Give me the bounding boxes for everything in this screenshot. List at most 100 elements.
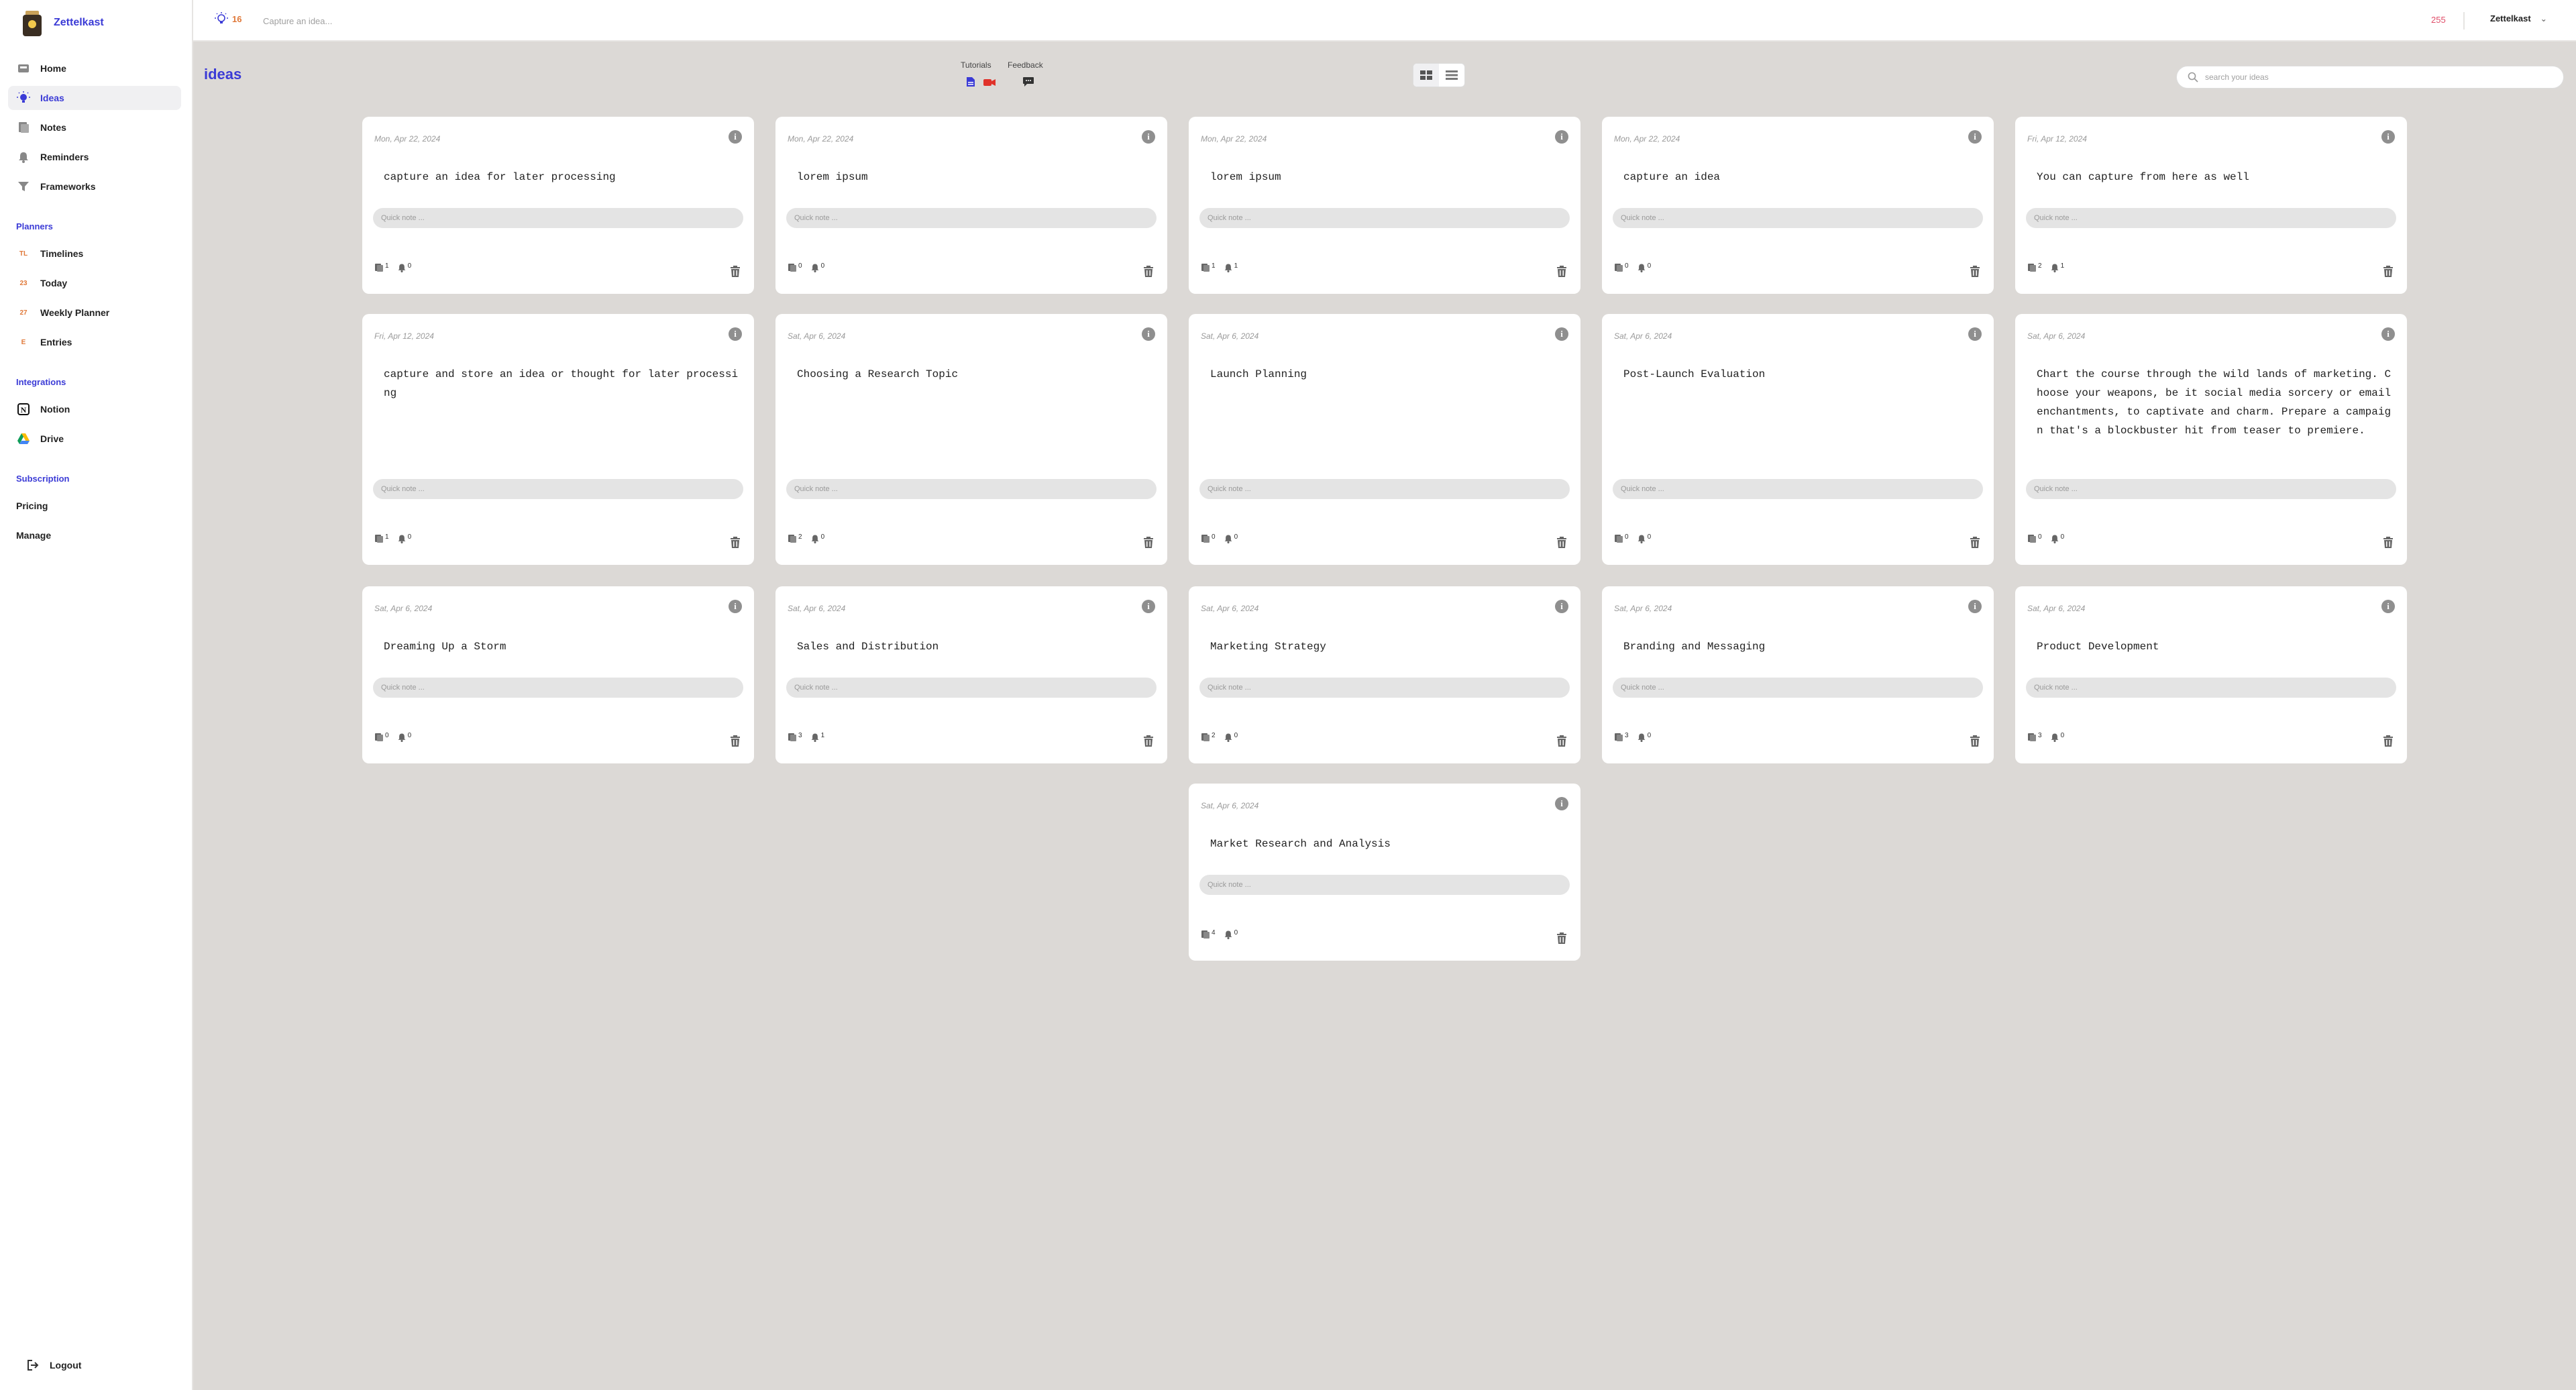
sidebar-item-manage[interactable]: Manage — [16, 530, 51, 541]
idea-card[interactable]: Sat, Apr 6, 2024 i Choosing a Research Top… — [775, 314, 1167, 565]
idea-card[interactable]: Sat, Apr 6, 2024iMarketing Strategy20 — [1189, 586, 1580, 763]
brand[interactable]: Zettelkast — [20, 9, 104, 36]
idea-text[interactable]: capture an idea — [1623, 168, 1979, 186]
reminders-count[interactable]: 1 — [810, 733, 824, 745]
delete-icon[interactable] — [1142, 734, 1155, 749]
notes-count[interactable]: 3 — [788, 733, 802, 745]
notes-count[interactable]: 3 — [2027, 733, 2042, 745]
sidebar-item-notes[interactable]: Notes — [8, 115, 181, 140]
notes-count[interactable]: 2 — [1201, 733, 1216, 745]
reminders-count[interactable]: 0 — [1224, 930, 1238, 943]
quick-note-input[interactable] — [1199, 875, 1570, 895]
delete-icon[interactable] — [2381, 734, 2395, 749]
delete-icon[interactable] — [1968, 535, 1982, 550]
info-icon[interactable]: i — [1968, 600, 1982, 613]
notes-count[interactable]: 0 — [374, 733, 389, 745]
reminders-count[interactable]: 0 — [810, 263, 824, 276]
delete-icon[interactable] — [1142, 535, 1155, 550]
idea-text[interactable]: Product Development — [2037, 637, 2392, 656]
sidebar-item-today[interactable]: 23 Today — [8, 271, 181, 295]
reminders-count[interactable]: 0 — [1637, 263, 1651, 276]
idea-text[interactable]: Dreaming Up a Storm — [384, 637, 739, 656]
delete-icon[interactable] — [1142, 264, 1155, 279]
quick-note-input[interactable] — [373, 479, 743, 499]
notes-count[interactable]: 1 — [1201, 263, 1216, 276]
quick-note-input[interactable] — [1613, 208, 1983, 228]
notes-count[interactable]: 0 — [2027, 534, 2042, 547]
idea-card[interactable]: Sat, Apr 6, 2024 i Market Research and Ana… — [1189, 784, 1580, 961]
reminders-count[interactable]: 0 — [397, 263, 411, 276]
quick-note-input[interactable] — [1613, 678, 1983, 698]
grid-view-button[interactable] — [1413, 64, 1439, 87]
info-icon[interactable]: i — [729, 600, 742, 613]
sidebar-item-ideas[interactable]: Ideas — [8, 86, 181, 110]
quick-note-input[interactable] — [786, 678, 1157, 698]
idea-card[interactable]: Sat, Apr 6, 2024iLaunch Planning00 — [1189, 314, 1580, 565]
delete-icon[interactable] — [729, 264, 742, 279]
delete-icon[interactable] — [729, 535, 742, 550]
notes-count[interactable]: 1 — [374, 534, 389, 547]
idea-text[interactable]: Chart the course through the wild lands … — [2037, 365, 2392, 440]
reminders-count[interactable]: 0 — [1224, 534, 1238, 547]
sidebar-item-home[interactable]: Home — [8, 56, 181, 81]
quick-note-input[interactable] — [2026, 208, 2396, 228]
sidebar-item-notion[interactable]: N Notion — [8, 397, 181, 421]
tutorial-video-icon[interactable] — [983, 78, 996, 90]
notes-count[interactable]: 0 — [1201, 534, 1216, 547]
sidebar-item-pricing[interactable]: Pricing — [16, 500, 48, 511]
delete-icon[interactable] — [2381, 535, 2395, 550]
info-icon[interactable]: i — [1968, 130, 1982, 144]
quick-note-input[interactable] — [1199, 479, 1570, 499]
info-icon[interactable]: i — [1142, 600, 1155, 613]
idea-card[interactable]: Mon, Apr 22, 2024ilorem ipsum11 — [1189, 117, 1580, 294]
reminders-count[interactable]: 0 — [810, 534, 824, 547]
notes-count[interactable]: 2 — [2027, 263, 2042, 276]
info-icon[interactable]: i — [1968, 327, 1982, 341]
reminders-count[interactable]: 0 — [397, 733, 411, 745]
delete-icon[interactable] — [1555, 931, 1568, 946]
reminders-count[interactable]: 0 — [2050, 733, 2064, 745]
notes-count[interactable]: 1 — [374, 263, 389, 276]
info-icon[interactable]: i — [2381, 600, 2395, 613]
quick-note-input[interactable] — [373, 208, 743, 228]
sidebar-item-timelines[interactable]: TL Timelines — [8, 242, 181, 266]
quick-note-input[interactable] — [1613, 479, 1983, 499]
quick-note-input[interactable] — [2026, 479, 2396, 499]
info-icon[interactable]: i — [729, 130, 742, 144]
reminders-count[interactable]: 0 — [1224, 733, 1238, 745]
idea-text[interactable]: Choosing a Research Topic — [797, 365, 1152, 384]
info-icon[interactable]: i — [1555, 797, 1568, 810]
idea-card[interactable]: Fri, Apr 12, 2024 i capture and store an i… — [362, 314, 754, 565]
sidebar-item-weekly-planner[interactable]: 27 Weekly Planner — [8, 301, 181, 325]
idea-card[interactable]: Sat, Apr 6, 2024 i Chart the course throug… — [2015, 314, 2407, 565]
idea-card[interactable]: Mon, Apr 22, 2024ilorem ipsum00 — [775, 117, 1167, 294]
idea-card[interactable]: Sat, Apr 6, 2024 i Branding and Messaging 3… — [1602, 586, 1994, 763]
idea-text[interactable]: Market Research and Analysis — [1210, 835, 1566, 853]
delete-icon[interactable] — [1968, 734, 1982, 749]
idea-text[interactable]: lorem ipsum — [1210, 168, 1566, 186]
delete-icon[interactable] — [729, 734, 742, 749]
reminders-count[interactable]: 0 — [397, 534, 411, 547]
info-icon[interactable]: i — [1555, 130, 1568, 144]
idea-text[interactable]: You can capture from here as well — [2037, 168, 2392, 186]
delete-icon[interactable] — [1555, 734, 1568, 749]
idea-text[interactable]: Branding and Messaging — [1623, 637, 1979, 656]
reminders-count[interactable]: 0 — [1637, 733, 1651, 745]
idea-count-badge[interactable]: 16 — [215, 12, 241, 25]
idea-card[interactable]: Fri, Apr 12, 2024 i You can capture from h… — [2015, 117, 2407, 294]
quick-note-input[interactable] — [1199, 678, 1570, 698]
info-icon[interactable]: i — [2381, 130, 2395, 144]
reminders-count[interactable]: 0 — [1637, 534, 1651, 547]
notes-count[interactable]: 0 — [1614, 534, 1629, 547]
quick-note-input[interactable] — [786, 208, 1157, 228]
logout-button[interactable]: Logout — [16, 1358, 81, 1373]
delete-icon[interactable] — [1968, 264, 1982, 279]
quick-note-input[interactable] — [2026, 678, 2396, 698]
reminders-count[interactable]: 0 — [2050, 534, 2064, 547]
idea-text[interactable]: lorem ipsum — [797, 168, 1152, 186]
idea-text[interactable]: Marketing Strategy — [1210, 637, 1566, 656]
notes-count[interactable]: 0 — [1614, 263, 1629, 276]
reminders-count[interactable]: 1 — [2050, 263, 2064, 276]
idea-text[interactable]: capture and store an idea or thought for… — [384, 365, 739, 403]
idea-card[interactable]: Sat, Apr 6, 2024 i Sales and Distribution 3… — [775, 586, 1167, 763]
